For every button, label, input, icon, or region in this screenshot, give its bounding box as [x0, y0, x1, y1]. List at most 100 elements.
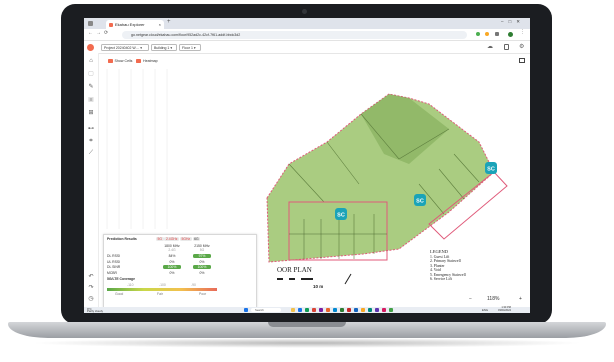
result-row: DL RSSI 84% 97% [107, 254, 217, 258]
pencil-icon[interactable]: ✎ [87, 83, 95, 91]
row-value: 100% [193, 265, 211, 269]
zoom-out-button[interactable]: − [469, 294, 472, 304]
scale-name: Fair [157, 292, 163, 296]
taskbar-app-icon[interactable] [347, 308, 351, 312]
coverage-title: 5G/LTE Coverage [107, 277, 136, 281]
ap-badge[interactable]: SC [485, 162, 497, 174]
file-explorer-icon[interactable] [291, 308, 295, 312]
band-badge[interactable]: 6G [192, 236, 201, 241]
ap-badge[interactable]: SC [414, 194, 426, 206]
building-select[interactable]: Building 1 ▾ [151, 43, 177, 51]
measure-icon[interactable]: ⊷ [87, 125, 95, 133]
tab-close-icon[interactable]: × [159, 20, 161, 29]
ap-badge-label: SC [416, 199, 424, 205]
zoom-in-button[interactable]: + [519, 294, 522, 304]
profile-avatar[interactable] [508, 31, 513, 37]
start-icon[interactable] [244, 308, 248, 312]
extensions-icon[interactable] [495, 32, 499, 36]
reload-icon[interactable]: ⟳ [104, 30, 111, 36]
taskbar-app-icon[interactable] [333, 308, 337, 312]
language-indicator[interactable]: ENG [482, 308, 488, 312]
taskbar-app-icon[interactable] [368, 308, 372, 312]
row-label: DL RSSI [107, 254, 121, 258]
scale-label: 10 m [313, 284, 323, 289]
redo-icon[interactable]: ↷ [87, 284, 95, 292]
map-canvas[interactable]: Show Cells Heatmap SC SC SC OOR PLAN 10 … [99, 54, 530, 308]
result-row: DL SINR 100% 100% [107, 265, 217, 269]
col-subheader: 2.4G [168, 248, 176, 252]
scale-tick: -90 [191, 283, 196, 287]
taskbar-app-icon[interactable] [340, 308, 344, 312]
taskbar-app-icon[interactable] [382, 308, 386, 312]
band-badge[interactable]: 5G [156, 236, 164, 241]
taskbar-app-icon[interactable] [305, 308, 309, 312]
grid-icon[interactable]: ⊞ [87, 109, 95, 117]
taskbar-app-icon[interactable] [319, 308, 323, 312]
row-label: DL SINR [107, 265, 121, 269]
left-toolbar: ⌂ ▢ ✎ ▣ ⊞ ⊷ ⌗ ⟋ ↶ ↷ ◷ [84, 53, 99, 307]
row-value: 97% [193, 254, 211, 258]
taskbar-search[interactable]: Search [251, 307, 281, 313]
row-value: 100% [163, 265, 181, 269]
taskbar-app-icon[interactable] [298, 308, 302, 312]
back-icon[interactable]: ← [88, 30, 96, 36]
select-tool-icon[interactable]: ▢ [87, 70, 95, 78]
taskbar-app-icon[interactable] [312, 308, 316, 312]
close-window-icon[interactable]: ✕ [516, 19, 525, 24]
taskbar-app-icon[interactable] [361, 308, 365, 312]
history-icon[interactable]: ◷ [87, 295, 95, 303]
forward-icon[interactable]: → [96, 30, 104, 36]
extension-icon[interactable] [476, 32, 480, 36]
project-select[interactable]: Project 20240402 W… ▾ [101, 43, 149, 51]
taskbar-app-icon[interactable] [389, 308, 393, 312]
cloud-icon[interactable]: ☁ [487, 43, 493, 50]
undo-icon[interactable]: ↶ [87, 273, 95, 281]
result-row: UL RSSI 0% 0% [107, 260, 217, 264]
row-value: 0% [169, 259, 175, 264]
webcam [302, 9, 307, 14]
ap-badge[interactable]: SC [335, 208, 347, 220]
ap-badge-label: SC [337, 213, 345, 219]
taskbar-app-icon[interactable] [326, 308, 330, 312]
row-value: 84% [168, 254, 176, 258]
legend-item: 6. Service Lift [430, 277, 452, 281]
app-toolbar: Project 20240402 W… ▾ Building 1 ▾ Floor… [84, 41, 530, 54]
taskbar-app-icon[interactable] [354, 308, 358, 312]
tab-title: Ekahau Explorer [115, 22, 145, 27]
tab-menu-icon[interactable] [88, 21, 93, 26]
scale-bar: 10 m [277, 278, 323, 289]
wand-icon[interactable]: ⟋ [87, 149, 95, 157]
os-taskbar: 9°C Partly cloudy Search ENG 1:30 PM 03/04… [84, 306, 530, 313]
browser-tab-bar: Ekahau Explorer × + –□✕ [84, 18, 530, 29]
scale-tick: -110 [127, 283, 134, 287]
zoom-control: − 118% + [465, 294, 527, 304]
band-badge[interactable]: 5GHz [179, 236, 192, 241]
minimize-icon[interactable]: – [501, 19, 509, 24]
browser-tab[interactable]: Ekahau Explorer × [106, 20, 164, 29]
taskbar-app-icon[interactable] [375, 308, 379, 312]
row-value: 0% [169, 270, 175, 275]
home-icon[interactable]: ⌂ [87, 57, 95, 65]
col-subheader: 5G [199, 248, 205, 252]
band-badge[interactable]: 2.4GHz [164, 236, 179, 241]
row-label: MCBR [107, 270, 117, 275]
weather-widget[interactable]: 9°C Partly cloudy [87, 307, 103, 313]
scale-tick: -100 [159, 283, 166, 287]
floor-select[interactable]: Floor 1 ▾ [179, 43, 201, 51]
extension-icon-2[interactable] [485, 32, 489, 36]
address-bar-row: ←→⟳ go.netgear.cloud/ekahau.com/floor/95… [84, 29, 530, 41]
browser-menu-icon[interactable]: ⋮ [520, 29, 525, 35]
plan-title: OOR PLAN [277, 266, 312, 274]
ap-badge-label: SC [487, 167, 495, 173]
app-logo [87, 43, 94, 51]
scale-name: Poor [199, 292, 207, 296]
clock[interactable]: 1:30 PM 03/04/2024 [498, 306, 511, 313]
url-field[interactable]: go.netgear.cloud/ekahau.com/floor/952ad2… [122, 30, 467, 39]
layers-icon[interactable]: ▣ [87, 96, 95, 104]
plan-legend: LEGEND 1. Guest Lift 2. Primary Stairwel… [430, 249, 510, 282]
document-icon[interactable] [504, 44, 509, 50]
panel-title: Prediction Results [107, 237, 137, 241]
settings-icon[interactable]: ⚙ [519, 43, 524, 50]
new-tab-icon[interactable]: + [167, 19, 171, 25]
crop-icon[interactable]: ⌗ [87, 137, 95, 145]
